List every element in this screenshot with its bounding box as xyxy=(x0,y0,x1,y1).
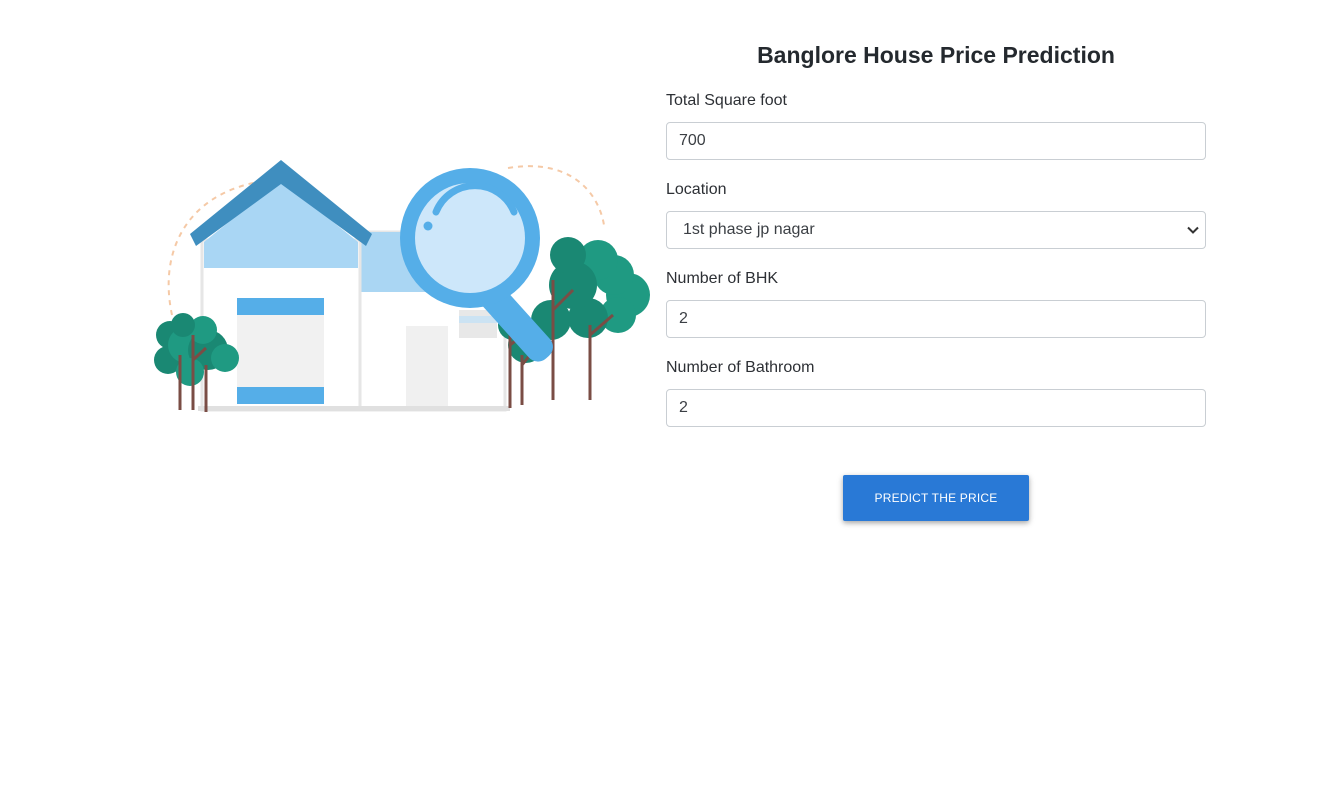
location-select-value[interactable]: 1st phase jp nagar xyxy=(666,211,1206,249)
sqft-label: Total Square foot xyxy=(666,92,787,109)
house-search-icon xyxy=(154,160,650,412)
location-select[interactable]: 1st phase jp nagar xyxy=(666,211,1206,249)
bhk-input[interactable] xyxy=(666,300,1206,338)
location-label: Location xyxy=(666,181,727,198)
bhk-field: Number of BHK xyxy=(666,269,1206,338)
house-search-illustration xyxy=(148,150,658,420)
location-field: Location 1st phase jp nagar xyxy=(666,180,1206,249)
sqft-input[interactable] xyxy=(666,122,1206,160)
predict-price-button[interactable]: PREDICT THE PRICE xyxy=(843,475,1029,521)
sqft-field: Total Square foot xyxy=(666,91,1206,160)
bathroom-field: Number of Bathroom xyxy=(666,358,1206,427)
bathroom-input[interactable] xyxy=(666,389,1206,427)
prediction-form: Banglore House Price Prediction Total Sq… xyxy=(666,38,1206,521)
bhk-label: Number of BHK xyxy=(666,270,779,287)
bathroom-label: Number of Bathroom xyxy=(666,359,815,376)
page: Banglore House Price Prediction Total Sq… xyxy=(0,0,1324,807)
page-title: Banglore House Price Prediction xyxy=(757,42,1115,68)
